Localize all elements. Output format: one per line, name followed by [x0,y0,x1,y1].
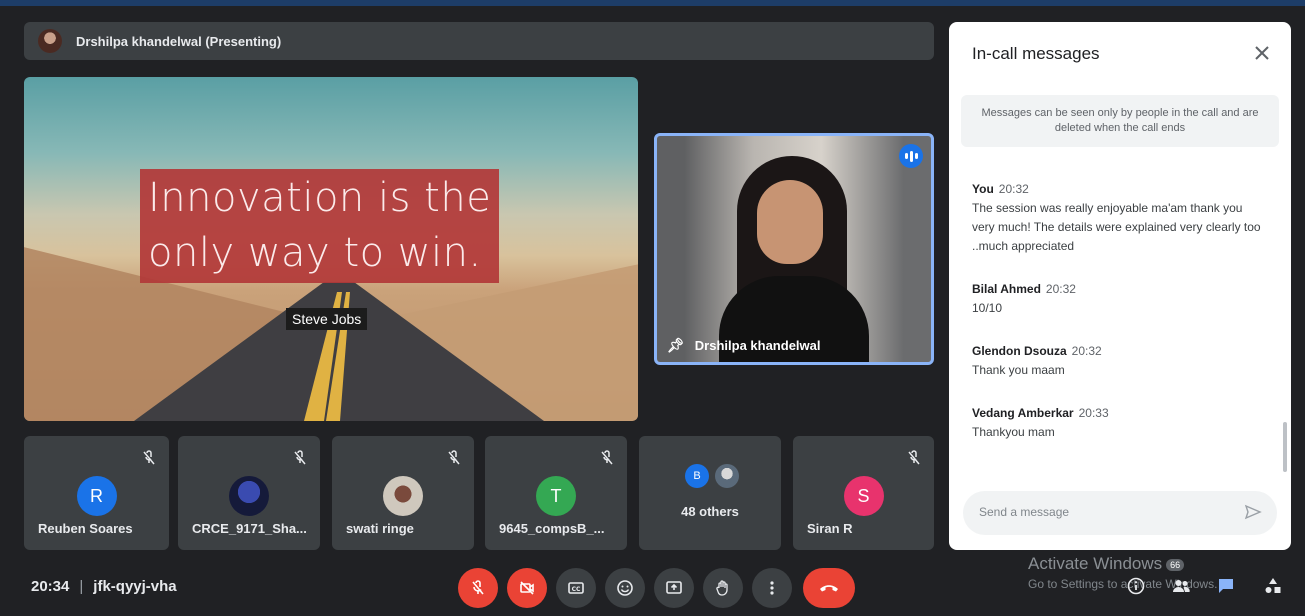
mic-off-icon [294,450,306,465]
others-count: 48 others [681,504,739,519]
participant-tile[interactable]: T 9645_compsB_... [485,436,627,550]
others-tile[interactable]: B 48 others [639,436,781,550]
camera-off-icon [520,581,534,595]
participant-name: CRCE_9171_Sha... [192,521,307,536]
send-icon[interactable] [1243,502,1263,522]
info-icon [1127,577,1145,595]
people-icon [1173,580,1190,592]
meeting-info: 20:34 | jfk-qyyj-vha [31,578,177,595]
participant-avatar: S [843,476,884,516]
watermark-title: Activate Windows [1028,554,1163,573]
message-time: 20:32 [998,182,1029,196]
message-text: The session was really enjoyable ma'am t… [972,201,1261,253]
meeting-code: jfk-qyyj-vha [93,578,177,595]
mic-off-icon [472,580,484,595]
message-sender: Bilal Ahmed [972,282,1041,296]
chat-icon [1219,579,1233,593]
participant-tile[interactable]: S Siran R [793,436,934,550]
chat-message: You 20:32 The session was really enjoyabl… [972,180,1262,256]
svg-text:CC: CC [572,586,581,593]
message-sender: Glendon Dsouza [972,344,1067,358]
mic-off-icon [908,450,920,465]
chat-message: Bilal Ahmed 20:32 10/10 [972,280,1262,318]
present-screen-button[interactable] [654,568,694,608]
hand-icon [716,580,728,596]
chat-title: In-call messages [972,44,1100,63]
mic-off-icon [601,450,613,465]
mic-off-icon [143,450,155,465]
featured-name: Drshilpa khandelwal [694,338,821,353]
pin-icon[interactable]: 📌︎ [667,337,685,354]
hang-up-icon [820,585,838,592]
chat-panel: In-call messages Messages can be seen on… [949,22,1291,550]
people-button[interactable] [1169,574,1193,598]
participant-avatar-image [229,476,269,516]
chat-message: Vedang Amberkar 20:33 Thankyou mam [972,404,1262,442]
mic-toggle-button[interactable] [458,568,498,608]
presenter-bar: Drshilpa khandelwal (Presenting) [24,22,934,60]
speaking-indicator-icon [899,144,923,168]
others-avatar: B [685,464,709,488]
leave-call-button[interactable] [803,568,855,608]
message-input[interactable]: Send a message [963,491,1277,535]
participant-avatar-image [383,476,423,516]
message-time: 20:32 [1045,282,1076,296]
chat-message-list[interactable]: You 20:32 The session was really enjoyabl… [972,180,1262,466]
participant-name: swati ringe [346,521,414,536]
closed-captions-icon: CC [568,582,584,594]
activities-icon [1265,578,1281,593]
message-text: Thankyou mam [972,425,1055,439]
meeting-time: 20:34 [31,578,70,595]
presentation-slide[interactable]: Innovation is the only way to win. Steve… [24,77,638,421]
notification-badge: 66 [1166,558,1185,571]
message-time: 20:32 [1071,344,1102,358]
more-vertical-icon [770,581,774,595]
activities-button[interactable] [1261,574,1285,598]
message-input-placeholder: Send a message [979,505,1070,519]
camera-toggle-button[interactable] [507,568,547,608]
message-sender: You [972,182,994,196]
more-options-button[interactable] [752,568,792,608]
chat-message: Glendon Dsouza 20:32 Thank you maam [972,342,1262,380]
message-sender: Vedang Amberkar [972,406,1074,420]
featured-video-tile[interactable]: 📌︎ Drshilpa khandelwal [654,133,934,365]
captions-button[interactable]: CC [556,568,596,608]
featured-name-label: 📌︎ Drshilpa khandelwal [667,337,820,354]
reactions-button[interactable] [605,568,645,608]
present-screen-icon [666,581,682,594]
chat-notice: Messages can be seen only by people in t… [961,95,1279,147]
participant-avatar: R [76,476,117,516]
presenter-avatar [38,29,62,53]
participant-name: 9645_compsB_... [499,521,605,536]
message-time: 20:33 [1078,406,1109,420]
close-icon[interactable] [1251,42,1273,64]
chat-button[interactable] [1214,574,1238,598]
slide-quote-line-2: only way to win. [148,230,482,276]
slide-quote: Innovation is the only way to win. [140,169,500,283]
meeting-separator: | [79,578,84,595]
participant-tile[interactable]: CRCE_9171_Sha... [178,436,320,550]
presenter-label: Drshilpa khandelwal (Presenting) [76,33,282,49]
participant-tile[interactable]: swati ringe [332,436,474,550]
meeting-details-button[interactable] [1124,574,1148,598]
top-accent-line [0,0,1305,6]
participant-tile[interactable]: R Reuben Soares [24,436,169,550]
message-text: 10/10 [972,301,1003,315]
participant-name: Reuben Soares [38,521,133,536]
message-text: Thank you maam [972,363,1065,377]
raise-hand-button[interactable] [703,568,743,608]
others-avatar-image [715,464,739,488]
slide-author: Steve Jobs [286,308,368,330]
video-person-face [757,180,823,264]
mic-off-icon [448,450,460,465]
chat-scrollbar[interactable] [1283,422,1287,472]
participant-name: Siran R [807,521,853,536]
slide-quote-line-1: Innovation is the [148,175,492,221]
participant-avatar: T [536,476,576,516]
emoji-icon [617,580,633,596]
